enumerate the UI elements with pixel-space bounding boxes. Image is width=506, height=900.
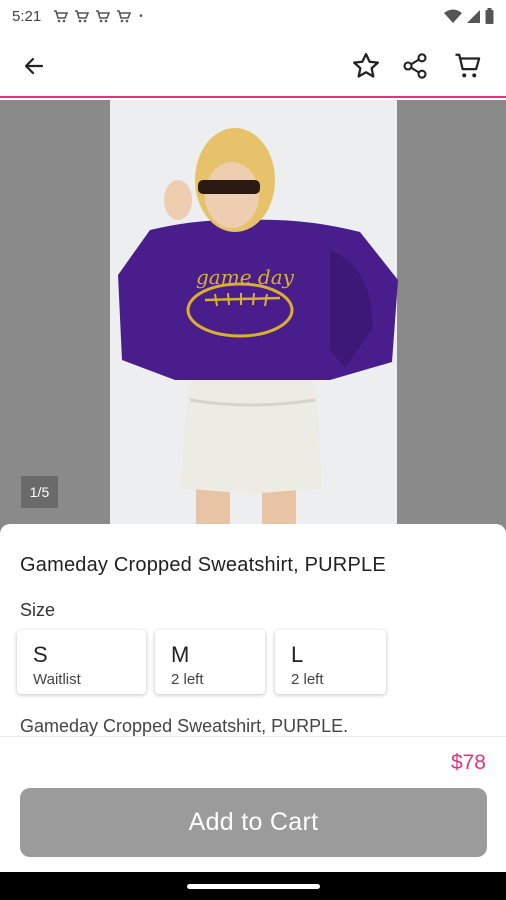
size-status: 2 left [291,671,324,688]
system-nav-bar [0,872,506,900]
product-price: $78 [450,751,486,774]
size-letter: L [291,642,304,667]
home-indicator[interactable] [187,884,320,889]
size-label: Size [20,600,56,620]
share-button[interactable] [397,48,433,84]
purchase-bar: $78 Add to Cart [0,736,506,872]
size-letter: M [171,642,190,667]
size-option-l[interactable]: L 2 left [275,630,386,694]
status-dot: • [139,10,143,22]
size-status: 2 left [171,671,204,688]
product-image[interactable]: game day [0,100,506,540]
cart-notification-icon [54,9,69,22]
size-status: Waitlist [33,671,81,688]
status-time: 5:21 [12,7,42,25]
cart-notification-icon [75,9,90,22]
image-counter: 1/5 [21,476,58,508]
product-photo: game day [0,100,506,540]
favorite-button[interactable] [348,48,384,84]
wifi-icon [444,9,462,23]
sweatshirt-script: game day [196,265,295,289]
cart-notification-icon [117,9,132,22]
shopping-cart-icon [455,53,481,78]
share-icon [403,53,427,79]
star-icon [353,53,379,78]
back-button[interactable] [16,48,52,84]
size-option-m[interactable]: M 2 left [155,630,265,694]
size-letter: S [33,642,48,667]
cart-notification-icon [96,9,111,22]
add-to-cart-button[interactable]: Add to Cart [20,788,487,857]
back-arrow-icon [24,57,44,75]
cart-button[interactable] [450,48,486,84]
app-bar [0,32,506,98]
product-details-sheet: Gameday Cropped Sweatshirt, PURPLE Size … [0,524,506,736]
status-right [444,8,494,24]
signal-icon [467,9,480,23]
size-option-s[interactable]: S Waitlist [17,630,146,694]
product-description: Gameday Cropped Sweatshirt, PURPLE. [20,716,349,736]
status-bar: 5:21 • [0,0,506,32]
product-title: Gameday Cropped Sweatshirt, PURPLE [20,554,386,576]
battery-icon [485,8,494,24]
